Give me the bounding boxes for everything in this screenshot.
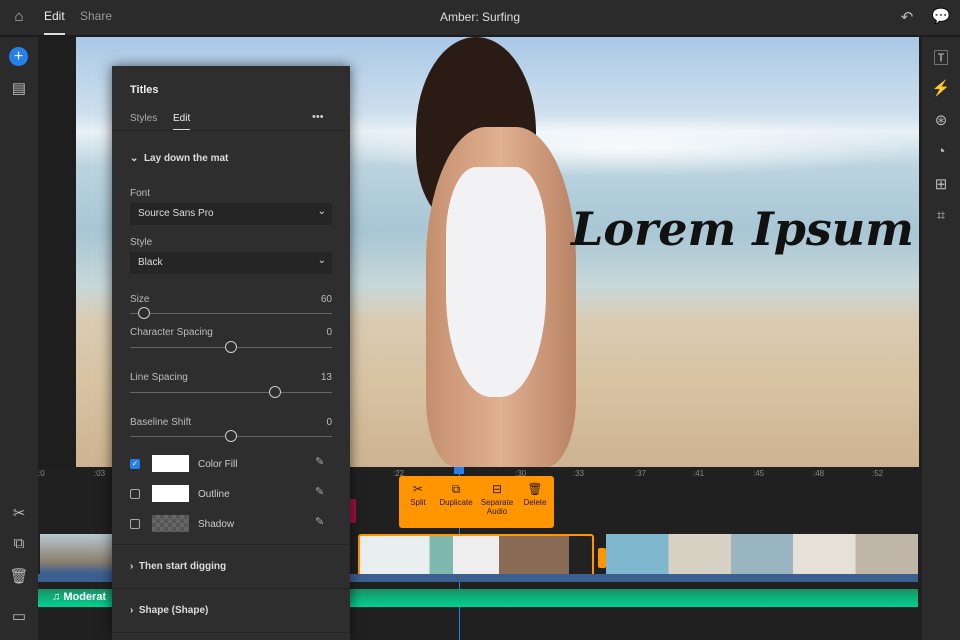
slider-knob[interactable] — [225, 341, 237, 353]
separate-audio-label: Separate Audio — [480, 498, 514, 516]
transitions-icon[interactable]: ⚡ — [922, 79, 960, 97]
more-options-button[interactable]: ••• — [312, 111, 324, 123]
undo-icon[interactable]: ↶ — [888, 8, 926, 26]
split-button[interactable]: ✂ Split — [400, 482, 436, 507]
size-label: Size — [130, 294, 150, 305]
color-fill-checkbox[interactable]: ✓ — [130, 459, 140, 469]
size-value: 60 — [320, 294, 332, 305]
section-title: Lay down the mat — [143, 153, 229, 164]
outline-label: Outline — [198, 489, 230, 500]
tick-label: :48 — [813, 469, 825, 478]
tick-label: :37 — [635, 469, 647, 478]
style-select[interactable]: Black ⌄ — [130, 252, 332, 274]
title-overlay-text[interactable]: Lorem Ipsum — [571, 202, 914, 256]
baseline-shift-value: 0 — [326, 417, 332, 428]
feedback-icon[interactable]: 💬 — [922, 7, 960, 25]
color-fill-swatch[interactable] — [152, 455, 189, 472]
slider-knob[interactable] — [225, 430, 237, 442]
trash-icon: 🗑 — [527, 482, 543, 496]
size-slider[interactable] — [130, 307, 332, 319]
character-spacing-slider[interactable] — [130, 341, 332, 353]
clip-trim-handle[interactable] — [598, 548, 606, 568]
section-title: Then start digging — [138, 561, 227, 572]
chevron-down-icon: ⌄ — [317, 255, 326, 266]
divider — [112, 588, 350, 589]
delete-label: Delete — [523, 498, 547, 507]
split-label: Split — [410, 498, 426, 507]
trash-icon[interactable]: 🗑 — [0, 567, 38, 585]
tick-label: :33 — [573, 469, 585, 478]
sea-glare — [326, 117, 919, 177]
scissors-icon: ✂ — [412, 482, 424, 496]
baseline-shift-label: Baseline Shift — [130, 417, 192, 428]
tick-label: :52 — [872, 469, 884, 478]
panel-title: Titles — [130, 84, 159, 96]
left-toolbar: + ▤ ✂ ⧉ 🗑 ▭ — [0, 37, 38, 640]
music-title: Moderat — [63, 591, 107, 603]
color-fill-label: Color Fill — [198, 459, 238, 470]
line-spacing-label: Line Spacing — [130, 372, 188, 383]
add-media-button[interactable]: + — [9, 47, 28, 66]
character-spacing-label: Character Spacing — [130, 327, 213, 338]
character-spacing-value: 0 — [326, 327, 332, 338]
delete-button[interactable]: 🗑 Delete — [517, 482, 553, 507]
style-value: Black — [138, 257, 163, 268]
crop-icon[interactable]: ⌗ — [922, 207, 960, 224]
duplicate-label: Duplicate — [439, 498, 473, 507]
scissors-icon[interactable]: ✂ — [0, 504, 38, 522]
divider — [112, 130, 350, 131]
motion-icon[interactable]: ⊞ — [922, 175, 960, 193]
shadow-swatch[interactable] — [152, 515, 189, 532]
music-track-label: ♫ Moderat — [52, 591, 107, 603]
speed-icon[interactable]: ◔ — [922, 143, 960, 160]
outline-checkbox[interactable] — [130, 489, 140, 499]
outline-swatch[interactable] — [152, 485, 189, 502]
separate-audio-icon: ⊟ — [491, 482, 503, 496]
section-shape[interactable]: › Shape (Shape) — [130, 605, 208, 616]
tick-label: :45 — [753, 469, 765, 478]
section-lay-down-the-mat[interactable]: ⌄ Lay down the mat — [130, 153, 228, 164]
titles-icon[interactable]: 🅃 — [922, 47, 960, 68]
line-spacing-value: 13 — [320, 372, 332, 383]
shadow-checkbox[interactable] — [130, 519, 140, 529]
tick-label: :41 — [693, 469, 705, 478]
baseline-shift-slider[interactable] — [130, 430, 332, 442]
eyedropper-icon[interactable]: ✎ — [315, 515, 324, 528]
slider-knob[interactable] — [269, 386, 282, 398]
eyedropper-icon[interactable]: ✎ — [315, 485, 324, 498]
tab-styles[interactable]: Styles — [130, 113, 157, 124]
duplicate-button[interactable]: ⧉ Duplicate — [437, 482, 475, 507]
slider-knob[interactable] — [138, 307, 151, 319]
aspect-ratio-icon[interactable]: ▭ — [0, 607, 38, 625]
style-label: Style — [130, 237, 153, 248]
font-label: Font — [130, 188, 151, 199]
clip-action-bar: ✂ Split ⧉ Duplicate ⊟ Separate Audio 🗑 Delet… — [399, 476, 554, 528]
separate-audio-button[interactable]: ⊟ Separate Audio — [479, 482, 515, 516]
eyedropper-icon[interactable]: ✎ — [315, 455, 324, 468]
section-then-start-digging[interactable]: › Then start digging — [130, 561, 226, 572]
chevron-down-icon: ⌄ — [317, 206, 326, 217]
archive-icon[interactable]: ▤ — [0, 79, 38, 97]
shadow-label: Shadow — [198, 519, 235, 530]
section-title: Shape (Shape) — [138, 605, 209, 616]
font-select[interactable]: Source Sans Pro ⌄ — [130, 203, 332, 225]
tick-label: :0 — [38, 469, 45, 478]
divider — [112, 632, 350, 633]
subject-swimsuit — [446, 167, 546, 397]
titles-panel: Titles Styles Edit ••• ⌄ Lay down the ma… — [112, 66, 350, 640]
color-icon[interactable]: ⊛ — [922, 111, 960, 129]
tab-edit-panel[interactable]: Edit — [173, 113, 191, 131]
project-title: Amber: Surfing — [439, 10, 521, 24]
tick-label: :03 — [94, 469, 106, 478]
line-spacing-slider[interactable] — [130, 386, 332, 398]
right-toolbar: 🅃 ⚡ ⊛ ◔ ⊞ ⌗ — [922, 37, 960, 640]
duplicate-icon[interactable]: ⧉ — [0, 535, 38, 552]
top-bar: ⌂ Edit Share Amber: Surfing ↶ 💬 — [0, 0, 960, 36]
duplicate-icon: ⧉ — [451, 482, 461, 496]
font-value: Source Sans Pro — [138, 208, 214, 219]
divider — [112, 544, 350, 545]
